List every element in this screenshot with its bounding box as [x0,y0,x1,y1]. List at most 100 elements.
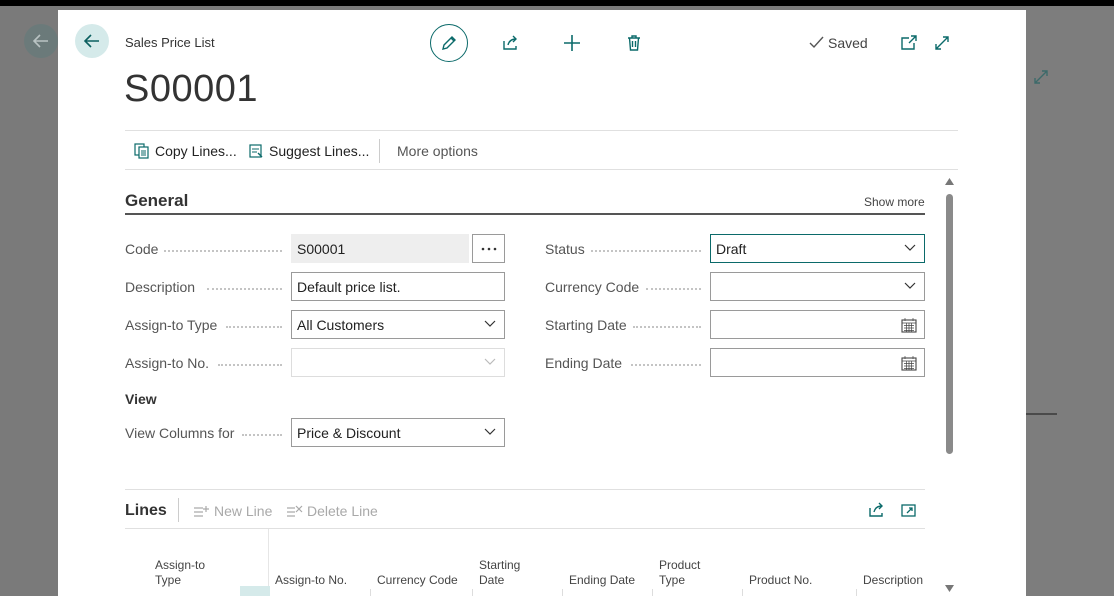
column-header-line2: Type [155,573,182,587]
code-value: S00001 [297,240,346,257]
background-expand-icon [1032,68,1050,91]
suggest-lines-action[interactable]: Suggest Lines... [248,143,369,159]
more-options-label: More options [397,143,478,159]
new-line-action[interactable]: New Line [193,503,272,519]
description-label: Description [125,279,196,295]
lines-grid: Assign-to Type Assign-to No. Currency Cod… [125,529,925,596]
column-separator [472,589,473,596]
background-divider [1026,413,1057,415]
leader-dots [633,326,701,328]
chevron-down-icon [904,282,916,289]
column-separator [856,589,857,596]
selected-cell-indicator [240,586,270,596]
expand-icon [935,36,949,50]
lines-share-button[interactable] [866,500,886,520]
column-header-product-no[interactable]: Product No. [749,573,812,588]
column-header-line2: Description [863,573,924,587]
copy-lines-icon [134,143,149,159]
column-separator [742,589,743,596]
back-button[interactable] [75,24,109,58]
column-header-line1: Assign-to [155,558,206,572]
leader-dots [218,364,282,366]
lines-separator [178,498,179,522]
code-label: Code [125,241,159,257]
new-button[interactable] [561,32,583,54]
content-scrollbar[interactable] [942,174,956,596]
lines-section-title[interactable]: Lines [125,502,167,520]
delete-button[interactable] [623,32,645,54]
share-button[interactable] [499,32,521,54]
show-more-link[interactable]: Show more [864,195,925,209]
column-header-line1: Starting [479,558,521,572]
trash-icon [628,35,640,51]
breadcrumb: Sales Price List [125,35,215,50]
open-new-window-button[interactable] [898,33,920,53]
general-section-title[interactable]: General [125,191,188,211]
currency-code-select[interactable] [710,272,925,301]
column-header-assign-to-no[interactable]: Assign-to No. [275,573,347,588]
status-select[interactable]: Draft [710,234,925,263]
scrollbar-thumb[interactable] [946,194,953,454]
column-header-product-type[interactable]: Product Type [659,558,700,588]
more-options-action[interactable]: More options [397,143,478,159]
leader-dots [242,434,282,436]
edit-button[interactable] [430,24,468,62]
action-separator [379,139,380,163]
pencil-icon [442,36,456,50]
copy-lines-action[interactable]: Copy Lines... [134,143,237,159]
scroll-down-icon[interactable] [945,585,954,592]
assign-to-no-select [291,348,505,377]
view-columns-for-select[interactable]: Price & Discount [291,418,505,447]
arrow-left-icon [83,34,99,48]
leader-dots [164,250,282,252]
focus-mode-icon [901,504,916,517]
leader-dots [591,250,701,252]
expand-button[interactable] [931,33,953,53]
ending-date-field[interactable] [710,348,925,377]
description-field[interactable]: Default price list. [291,272,505,301]
delete-line-icon [287,505,303,517]
column-header-line2: Date [479,573,505,587]
background-back-icon [24,24,58,58]
chevron-down-icon [484,428,496,435]
lines-action-bar: Lines New Line Delete Line [125,489,925,529]
ellipsis-icon [481,247,496,250]
saved-status: Saved [809,35,868,51]
column-separator [562,589,563,596]
leader-dots [207,288,282,290]
calendar-icon[interactable] [901,318,917,333]
column-header-line2: Type [659,573,686,587]
column-header-ending-date[interactable]: Ending Date [569,573,635,588]
ending-date-label: Ending Date [545,355,623,371]
assign-to-type-value: All Customers [297,316,385,333]
check-icon [809,36,824,49]
column-header-line2: Assign-to No. [275,573,348,587]
column-header-description[interactable]: Description [863,573,923,588]
assign-to-type-select[interactable]: All Customers [291,310,505,339]
scroll-up-icon[interactable] [945,178,954,185]
leader-dots [646,288,701,290]
column-header-starting-date[interactable]: Starting Date [479,558,520,588]
starting-date-field[interactable] [710,310,925,339]
delete-line-label: Delete Line [307,503,378,519]
general-section-underline [125,213,925,215]
calendar-icon[interactable] [901,356,917,371]
lines-focus-mode-button[interactable] [899,500,919,520]
delete-line-action[interactable]: Delete Line [286,503,378,519]
action-bar: Copy Lines... Suggest Lines... More opti… [125,130,958,170]
column-separator [652,589,653,596]
code-field[interactable]: S00001 [291,234,469,263]
assign-to-type-label: Assign-to Type [125,317,218,333]
assign-to-no-label: Assign-to No. [125,355,210,371]
chevron-down-icon [904,244,916,251]
column-separator [370,589,371,596]
view-columns-for-label: View Columns for [125,425,235,441]
column-header-assign-to-type[interactable]: Assign-to Type [155,558,205,588]
leader-dots [226,326,282,328]
chevron-down-icon [484,320,496,327]
column-header-line2: Product No. [749,573,813,587]
suggest-lines-label: Suggest Lines... [269,143,370,159]
column-header-line1: Product [659,558,701,572]
code-assist-button[interactable] [472,234,505,263]
column-header-currency-code[interactable]: Currency Code [377,573,458,588]
